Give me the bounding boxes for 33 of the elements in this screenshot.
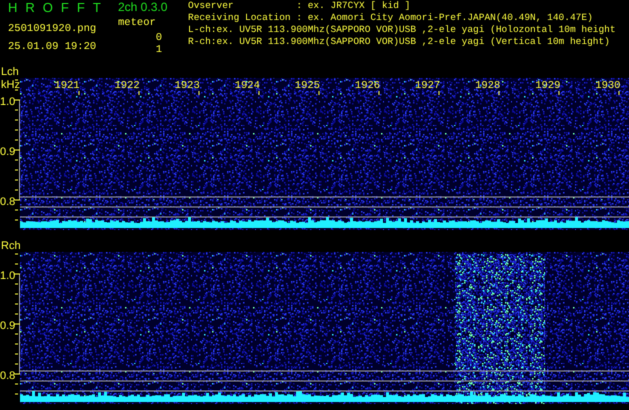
frequency-label: 0.8 xyxy=(0,196,16,208)
app-title-letter: H xyxy=(8,0,18,17)
time-label: 1924 xyxy=(234,80,260,92)
time-label: 1927 xyxy=(415,80,440,92)
time-label: 1930 xyxy=(595,80,620,92)
frequency-label: 0.9 xyxy=(0,146,16,158)
app-title-letter: F xyxy=(60,0,69,17)
station-info-line: L-ch:ex. UV5R 113.900Mhz(SAPPORO VOR)USB ,2-ele yagi (Holozontal 10m height xyxy=(188,24,616,36)
version-label: 2ch 0.3.0 xyxy=(118,0,168,14)
station-info-line: R-ch:ex. UV5R 113.900Mhz(SAPPORO VOR)USB ,2-ele yagi (Vertical 10m height) xyxy=(188,36,611,48)
time-label: 1928 xyxy=(475,80,500,92)
app-title-letter: F xyxy=(76,0,85,17)
time-label: 1925 xyxy=(294,80,320,92)
channel-label: Rch xyxy=(1,240,21,252)
channel-label: Lch xyxy=(1,66,19,78)
frequency-label: 1.0 xyxy=(0,96,16,108)
unit-label: kHz xyxy=(1,79,20,91)
frequency-label: 0.9 xyxy=(0,320,16,332)
app-title-letter: R xyxy=(25,0,35,17)
meteor-count: 0 xyxy=(156,32,163,44)
time-label: 1929 xyxy=(535,80,560,92)
meteor-count: 1 xyxy=(156,44,163,56)
file-name: 2501091920.png xyxy=(8,22,98,37)
time-label: 1923 xyxy=(174,80,200,92)
station-info-line: Receiving Location : ex. Aomori City Aomori-Pref.JAPAN(40.49N, 140.47E) xyxy=(188,12,594,24)
frequency-label: 1.0 xyxy=(0,270,16,282)
date-time: 25.01.09 19:20 xyxy=(8,40,98,55)
app-title-letter: T xyxy=(92,0,101,17)
frequency-label: 0.8 xyxy=(0,370,16,382)
station-info-line: Ovserver : ex. JR7CYX [ kid ] xyxy=(188,0,412,12)
time-label: 1926 xyxy=(354,80,380,92)
meteor-label: meteor xyxy=(118,16,156,31)
app-title-letter: O xyxy=(42,0,53,17)
